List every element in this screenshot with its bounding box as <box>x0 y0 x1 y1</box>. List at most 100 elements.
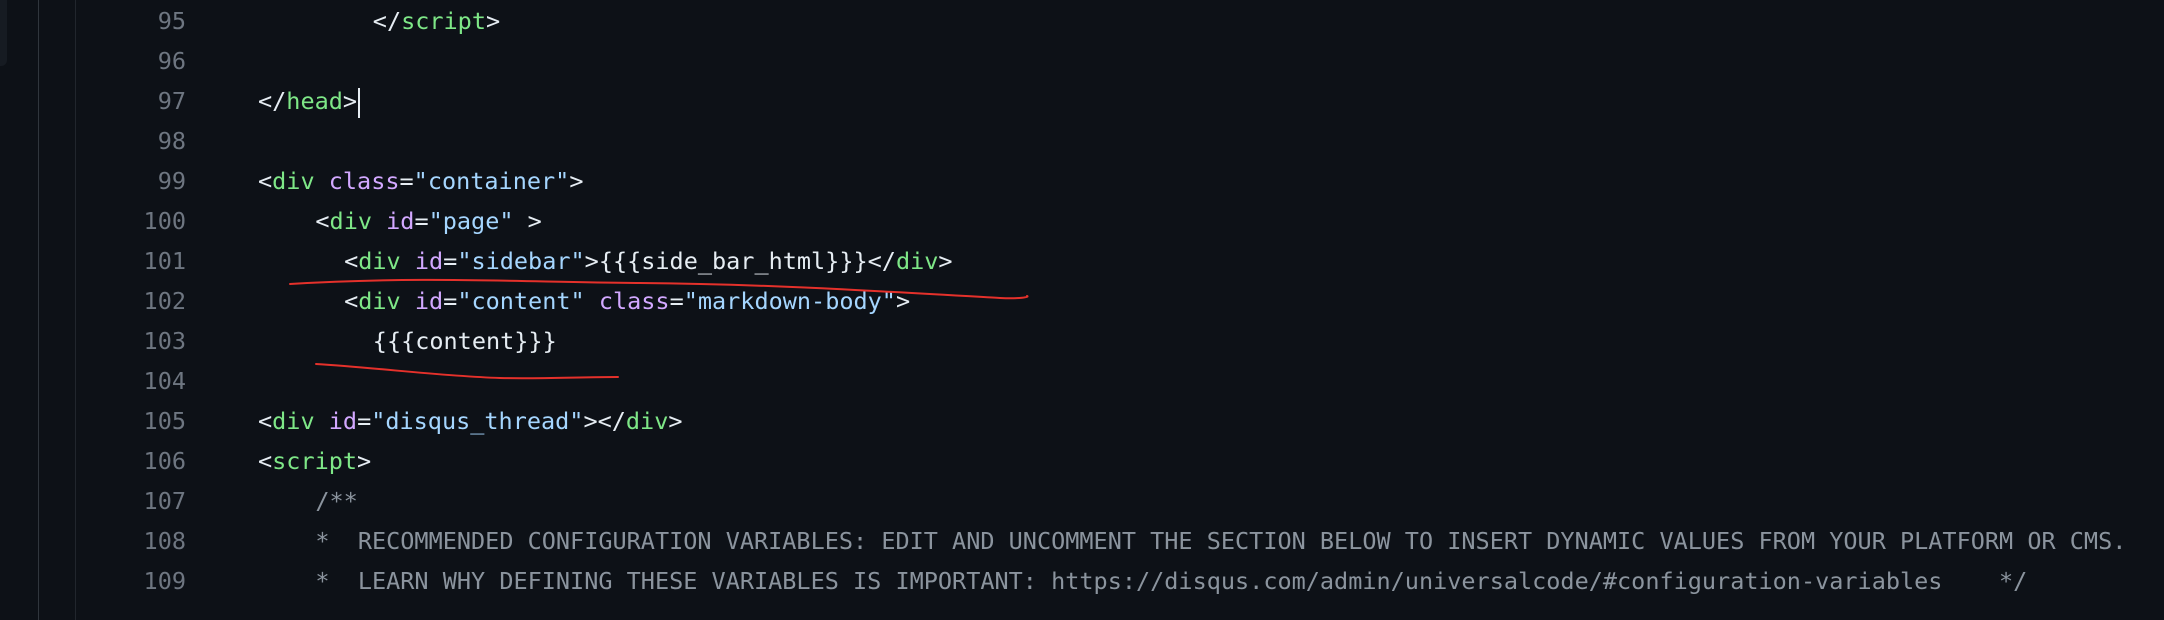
code-line[interactable]: 104 <box>0 361 2164 401</box>
line-number: 95 <box>157 7 186 35</box>
line-content[interactable]: * RECOMMENDED CONFIGURATION VARIABLES: E… <box>315 521 2126 561</box>
token-punct: > <box>584 247 599 275</box>
token-punct <box>401 287 415 315</box>
token-comment: * RECOMMENDED CONFIGURATION VARIABLES: E… <box>315 527 2127 555</box>
line-content[interactable]: {{{content}}} <box>373 321 557 361</box>
line-content[interactable]: <div class="container"> <box>258 161 583 201</box>
token-punct: > <box>357 447 372 475</box>
token-punct: = <box>443 287 458 315</box>
token-punct: < <box>344 287 359 315</box>
token-tag: div <box>358 247 401 275</box>
line-number: 100 <box>143 207 186 235</box>
token-str: "content" <box>457 287 585 315</box>
line-content[interactable]: </script> <box>373 1 500 41</box>
token-tag: head <box>286 87 343 115</box>
text-cursor <box>358 87 361 118</box>
code-line[interactable]: 97 </head> <box>0 81 2164 121</box>
token-punct <box>315 167 329 195</box>
token-comment: /** <box>315 487 358 515</box>
token-str: "page" <box>428 207 514 235</box>
code-line[interactable]: 105 <div id="disqus_thread"></div> <box>0 401 2164 441</box>
line-number: 103 <box>143 327 186 355</box>
code-line[interactable]: 99 <div class="container"> <box>0 161 2164 201</box>
code-line[interactable]: 106 <script> <box>0 441 2164 481</box>
line-number: 101 <box>143 247 186 275</box>
token-attr: class <box>328 167 400 195</box>
token-punct <box>585 287 599 315</box>
line-content[interactable]: <div id="page" > <box>315 201 541 241</box>
token-punct: < <box>344 247 359 275</box>
token-punct: </ <box>258 87 287 115</box>
line-number: 106 <box>143 447 186 475</box>
token-punct: = <box>443 247 458 275</box>
code-line[interactable]: 95 </script> <box>0 1 2164 41</box>
code-line[interactable]: 96 <box>0 41 2164 81</box>
token-tag: div <box>625 407 669 435</box>
token-punct: < <box>258 407 273 435</box>
token-tag: script <box>272 447 358 475</box>
token-str: "markdown-body" <box>683 287 896 315</box>
token-str: "disqus_thread" <box>371 407 584 435</box>
token-punct: > <box>513 207 542 235</box>
token-attr: id <box>414 287 444 315</box>
token-punct: = <box>414 207 429 235</box>
token-tag: script <box>401 7 486 35</box>
line-content[interactable]: <div id="disqus_thread"></div> <box>258 401 683 441</box>
token-punct: < <box>258 167 273 195</box>
token-punct: > <box>938 247 953 275</box>
token-punct <box>401 247 415 275</box>
line-number: 109 <box>143 567 186 595</box>
line-number: 108 <box>143 527 186 555</box>
token-punct: </ <box>372 7 402 35</box>
code-line[interactable]: 100 <div id="page" > <box>0 201 2164 241</box>
token-punct: > <box>895 287 911 315</box>
line-content[interactable]: <div id="sidebar">{{{side_bar_html}}}</d… <box>344 241 952 281</box>
code-line[interactable]: 108 * RECOMMENDED CONFIGURATION VARIABLES… <box>0 521 2164 561</box>
line-number: 104 <box>143 367 186 395</box>
token-attr: id <box>328 407 358 435</box>
token-punct <box>315 407 329 435</box>
token-attr: class <box>598 287 670 315</box>
token-tag: div <box>272 407 315 435</box>
line-content[interactable]: <div id="content" class="markdown-body"> <box>344 281 910 321</box>
code-line[interactable]: 102 <div id="content" class="markdown-bod… <box>0 281 2164 321</box>
line-number: 98 <box>157 127 186 155</box>
token-punct: > <box>668 407 683 435</box>
token-tag: div <box>895 247 939 275</box>
token-str: "container" <box>413 167 570 195</box>
token-punct: > <box>569 167 584 195</box>
token-punct: ></ <box>583 407 626 435</box>
line-number: 107 <box>143 487 186 515</box>
token-punct: = <box>669 287 684 315</box>
code-line[interactable]: 107 /** <box>0 481 2164 521</box>
code-line[interactable]: 103 {{{content}}} <box>0 321 2164 361</box>
token-punct: < <box>258 447 273 475</box>
token-punct: > <box>485 7 501 35</box>
token-punct: </ <box>867 247 896 275</box>
token-punct: = <box>399 167 414 195</box>
token-attr: id <box>414 247 444 275</box>
code-editor[interactable]: 95 </script> 96 97 </head> 98 99 <div class="co… <box>0 0 2164 620</box>
token-punct: = <box>357 407 372 435</box>
line-content[interactable]: </head> <box>258 81 361 121</box>
line-number: 99 <box>157 167 186 195</box>
line-content[interactable]: /** <box>315 481 357 521</box>
token-punct <box>372 207 386 235</box>
code-line[interactable]: 109 * LEARN WHY DEFINING THESE VARIABLES … <box>0 561 2164 601</box>
line-content[interactable]: <script> <box>258 441 371 481</box>
token-tag: div <box>272 167 315 195</box>
token-comment: * LEARN WHY DEFINING THESE VARIABLES IS … <box>315 567 2028 595</box>
token-text: {{{side_bar_html}}} <box>598 247 868 275</box>
line-number: 96 <box>157 47 186 75</box>
token-str: "sidebar" <box>457 247 585 275</box>
token-punct: > <box>342 87 358 115</box>
line-number: 105 <box>143 407 186 435</box>
token-text: {{{content}}} <box>372 327 557 355</box>
token-attr: id <box>386 207 415 235</box>
code-line[interactable]: 98 <box>0 121 2164 161</box>
line-content[interactable]: * LEARN WHY DEFINING THESE VARIABLES IS … <box>315 561 2027 601</box>
token-punct: < <box>315 207 330 235</box>
code-line[interactable]: 101 <div id="sidebar">{{{side_bar_html}}}… <box>0 241 2164 281</box>
token-tag: div <box>329 207 372 235</box>
line-number: 102 <box>143 287 186 315</box>
